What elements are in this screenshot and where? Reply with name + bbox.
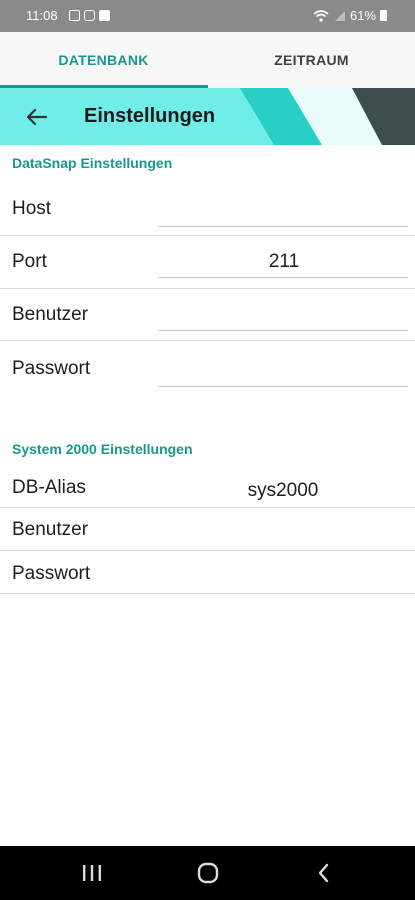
datasnap-user-label: Benutzer [12,304,89,325]
back-button[interactable] [20,102,52,132]
arrow-left-icon [26,108,47,126]
home-icon [197,862,219,884]
db-alias-input[interactable]: sys2000 [158,480,408,502]
db-alias-row: DB-Alias sys2000 [0,467,415,508]
row-divider [0,593,415,594]
check-icon [99,10,110,21]
toolbar: Einstellungen [0,88,415,145]
home-button[interactable] [188,856,228,890]
port-input-underline [158,277,408,278]
datasnap-password-row: Passwort [0,341,415,397]
system2000-password-label: Passwort [12,563,91,584]
tab-zeitraum[interactable]: ZEITRAUM [208,32,415,88]
gallery-icon [69,10,80,21]
host-label: Host [12,198,52,219]
navigation-bar [0,846,415,900]
datasnap-user-input-underline [158,330,408,331]
port-row: Port 211 [0,236,415,290]
status-bar: 11:08 61% [0,0,415,32]
battery-label: 61% [349,8,376,23]
host-input-underline [158,226,408,227]
db-alias-label: DB-Alias [12,477,86,498]
system2000-user-row: Benutzer [0,508,415,551]
signal-icon [334,10,345,21]
system2000-user-label: Benutzer [12,519,89,540]
system2000-password-row: Passwort [0,551,415,594]
chevron-left-icon [318,863,329,883]
system-icons: 61% [313,8,387,23]
datasnap-password-label: Passwort [12,358,91,379]
section-title-system2000: System 2000 Einstellungen [12,441,193,457]
back-nav-button[interactable] [304,856,344,890]
section-title-datasnap: DataSnap Einstellungen [12,155,173,171]
instagram-icon [84,10,95,21]
host-row: Host [0,182,415,236]
page-title: Einstellungen [84,105,216,127]
tab-bar: DATENBANK ZEITRAUM [0,32,415,88]
tab-datenbank[interactable]: DATENBANK [0,32,207,88]
datasnap-password-input-underline [158,386,408,387]
port-label: Port [12,251,47,272]
port-input[interactable]: 211 [160,251,408,273]
wifi-icon [313,9,329,22]
battery-icon [380,10,387,21]
recent-apps-icon [83,865,101,881]
status-time: 11:08 [26,8,58,23]
recent-apps-button[interactable] [72,856,112,890]
notification-icons [69,10,110,21]
datasnap-user-row: Benutzer [0,289,415,341]
